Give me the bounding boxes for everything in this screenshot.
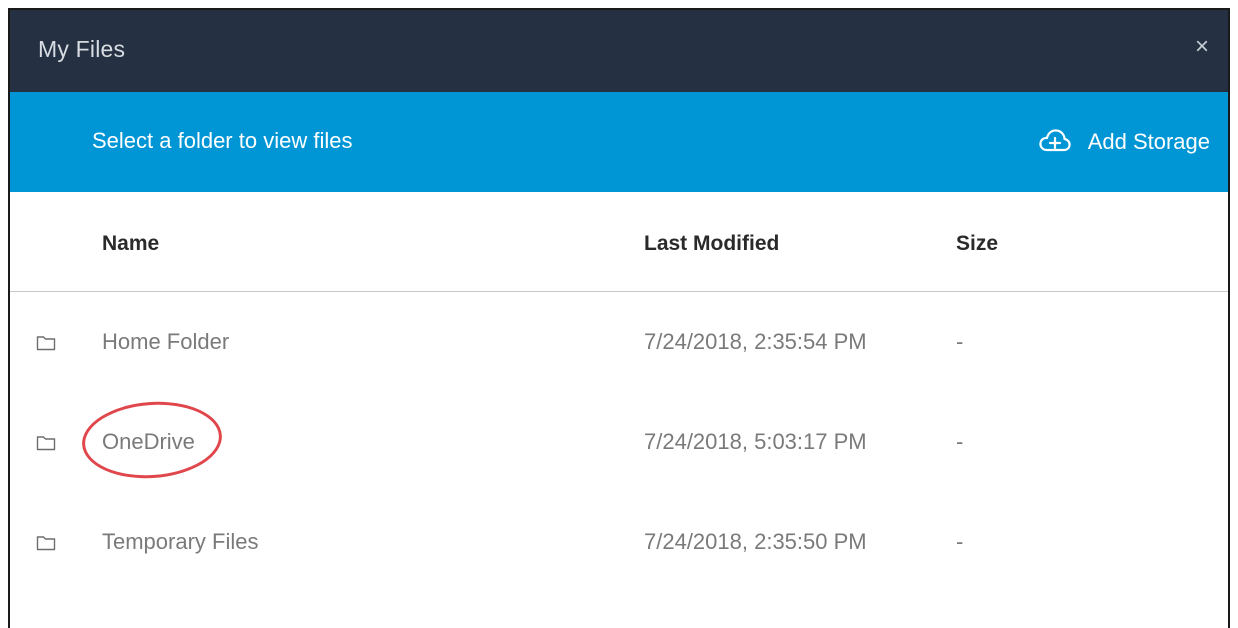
table-row[interactable]: Home Folder 7/24/2018, 2:35:54 PM - [10,293,1228,393]
folder-icon [36,436,56,451]
file-name: Home Folder [102,329,230,354]
column-header-last-modified[interactable]: Last Modified [644,232,779,256]
folder-icon [36,536,56,551]
file-name: OneDrive [102,429,195,454]
column-header-size[interactable]: Size [956,232,998,256]
file-size: - [956,429,964,454]
folder-hint: Select a folder to view files [92,128,353,153]
file-last-modified: 7/24/2018, 2:35:54 PM [644,329,867,354]
table-row[interactable]: OneDrive 7/24/2018, 5:03:17 PM - [10,393,1228,493]
table-row[interactable]: Temporary Files 7/24/2018, 2:35:50 PM - [10,493,1228,593]
file-last-modified: 7/24/2018, 2:35:50 PM [644,529,867,554]
file-size: - [956,329,964,354]
window-title: My Files [38,36,126,62]
table-header: Name Last Modified Size [10,192,1228,292]
file-size: - [956,529,964,554]
folder-toolbar: Select a folder to view files Add Storag… [10,92,1228,192]
folder-icon [36,336,56,351]
file-name: Temporary Files [102,529,259,554]
cloud-plus-icon [1039,129,1071,152]
file-last-modified: 7/24/2018, 5:03:17 PM [644,429,867,454]
column-header-name[interactable]: Name [102,232,159,256]
close-icon[interactable]: × [1188,32,1216,62]
add-storage-label: Add Storage [1087,129,1210,154]
title-bar: My Files × [10,10,1228,92]
add-storage-button[interactable]: Add Storage [1038,120,1210,164]
my-files-dialog: My Files × Select a folder to view files… [8,8,1230,628]
